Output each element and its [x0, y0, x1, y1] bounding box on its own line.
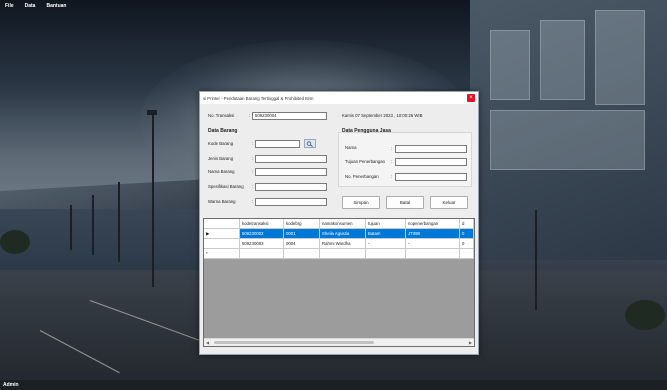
jenis-barang-field[interactable] — [255, 155, 327, 163]
window-title: si Printer - Pendataan Barang Tertinggal… — [203, 95, 314, 101]
data-barang-header: Data Barang — [208, 128, 238, 134]
cell-nopenerbangan[interactable] — [406, 249, 460, 259]
warna-label: Warna Barang — [208, 199, 236, 204]
window-titlebar: si Printer - Pendataan Barang Tertinggal… — [200, 92, 478, 104]
warna-field[interactable] — [255, 198, 327, 206]
tujuan-field[interactable] — [395, 158, 467, 166]
cell-tujuan[interactable] — [366, 249, 406, 259]
scroll-right-icon[interactable]: ▶ — [469, 340, 472, 345]
cell-d[interactable] — [460, 249, 474, 259]
terminal-building-right — [470, 0, 667, 260]
colon: : — [252, 156, 254, 161]
colon: : — [391, 174, 393, 179]
grid-header-row: kodetransaksi kodebrg namakonsumen tujua… — [204, 219, 474, 229]
glass-panel — [490, 30, 530, 100]
scrollbar-thumb[interactable] — [214, 341, 374, 344]
cell-kodetransaksi[interactable]: 509230003 — [240, 239, 284, 249]
nama-field[interactable] — [395, 145, 467, 153]
menu-data[interactable]: Data — [23, 2, 38, 10]
cell-kodebrg[interactable] — [284, 249, 320, 259]
colon: : — [252, 169, 254, 174]
tree — [0, 230, 30, 254]
glass-panel — [595, 10, 645, 105]
spesifikasi-label: Spesifikasi Barang — [208, 184, 244, 189]
light-pole — [92, 195, 94, 255]
light-pole — [535, 210, 537, 310]
row-marker[interactable] — [204, 239, 240, 249]
table-row[interactable]: 509230003 0004 Rahmi Wardha - - 0 — [204, 239, 474, 249]
cell-namakonsumen[interactable]: Sheila Agustia — [320, 229, 366, 239]
cell-nopenerbangan[interactable]: JT098 — [406, 229, 460, 239]
spesifikasi-field[interactable] — [255, 183, 327, 191]
light-pole — [152, 112, 154, 287]
nama-label: Nama — [345, 145, 357, 150]
table-row[interactable]: ▶ 509230002 0001 Sheila Agustia Batam JT… — [204, 229, 474, 239]
cell-nopenerbangan[interactable]: - — [406, 239, 460, 249]
grid-horizontal-scrollbar[interactable]: ◀ ▶ — [204, 338, 474, 346]
tree — [625, 300, 665, 330]
column-header-kodetransaksi[interactable]: kodetransaksi — [240, 219, 284, 229]
column-header-namakonsumen[interactable]: namakonsumen — [320, 219, 366, 229]
transaction-grid: kodetransaksi kodebrg namakonsumen tujua… — [203, 218, 475, 347]
scroll-left-icon[interactable]: ◀ — [206, 340, 209, 345]
colon: : — [391, 159, 393, 164]
column-header-nopenerbangan[interactable]: nopenerbangan — [406, 219, 460, 229]
row-marker[interactable]: * — [204, 249, 240, 259]
transaction-window: si Printer - Pendataan Barang Tertinggal… — [199, 91, 479, 355]
glass-panel — [490, 110, 645, 170]
batal-button[interactable]: Batal — [386, 196, 424, 209]
kode-barang-field[interactable] — [255, 140, 300, 148]
kode-barang-label: Kode Barang — [208, 141, 234, 146]
cell-kodebrg[interactable]: 0004 — [284, 239, 320, 249]
close-button[interactable]: × — [467, 94, 475, 102]
cell-kodetransaksi[interactable] — [240, 249, 284, 259]
no-penerbangan-label: No. Penerbangan — [345, 174, 379, 179]
keluar-button[interactable]: Keluar — [430, 196, 468, 209]
column-header-tujuan[interactable]: tujuan — [366, 219, 406, 229]
table-row-new[interactable]: * — [204, 249, 474, 259]
pengguna-header: Data Pengguna Jasa — [342, 128, 391, 134]
cell-namakonsumen[interactable]: Rahmi Wardha — [320, 239, 366, 249]
cell-d[interactable]: 0 — [460, 239, 474, 249]
tujuan-label: Tujuan Penerbangan — [345, 159, 385, 164]
simpan-button[interactable]: Simpan — [342, 196, 380, 209]
glass-panel — [540, 20, 585, 100]
nama-barang-label: Nama Barang — [208, 169, 235, 174]
colon: : — [252, 199, 254, 204]
menu-file[interactable]: File — [3, 2, 16, 10]
colon: : — [249, 113, 251, 118]
colon: : — [252, 141, 254, 146]
datetime-display: Kamis 07 September 2023 , 10:00:26 WIB — [342, 113, 423, 118]
jenis-barang-label: Jenis Barang — [208, 156, 234, 161]
light-pole — [70, 205, 72, 250]
status-bar: Admin — [0, 380, 667, 390]
status-user: Admin — [3, 382, 19, 388]
menu-bar: File Data Bantuan — [0, 0, 667, 12]
colon: : — [252, 184, 254, 189]
cell-tujuan[interactable]: - — [366, 239, 406, 249]
column-header-kodebrg[interactable]: kodebrg — [284, 219, 320, 229]
search-button[interactable] — [304, 139, 316, 148]
no-transaksi-label: No. Transaksi — [208, 113, 235, 118]
cell-d[interactable]: 0 — [460, 229, 474, 239]
cell-namakonsumen[interactable] — [320, 249, 366, 259]
search-icon — [306, 140, 313, 147]
colon: : — [391, 146, 393, 151]
row-marker[interactable]: ▶ — [204, 229, 240, 239]
cell-tujuan[interactable]: Batam — [366, 229, 406, 239]
cell-kodetransaksi[interactable]: 509230002 — [240, 229, 284, 239]
menu-bantuan[interactable]: Bantuan — [44, 2, 68, 10]
no-penerbangan-field[interactable] — [395, 173, 467, 181]
row-header-corner — [204, 219, 240, 229]
light-pole-head — [147, 110, 157, 115]
nama-barang-field[interactable] — [255, 168, 327, 176]
terminal-building-left — [0, 205, 200, 275]
column-header-d[interactable]: d — [460, 219, 474, 229]
cell-kodebrg[interactable]: 0001 — [284, 229, 320, 239]
light-pole — [118, 182, 120, 262]
no-transaksi-field[interactable]: 509230004 — [252, 112, 327, 120]
